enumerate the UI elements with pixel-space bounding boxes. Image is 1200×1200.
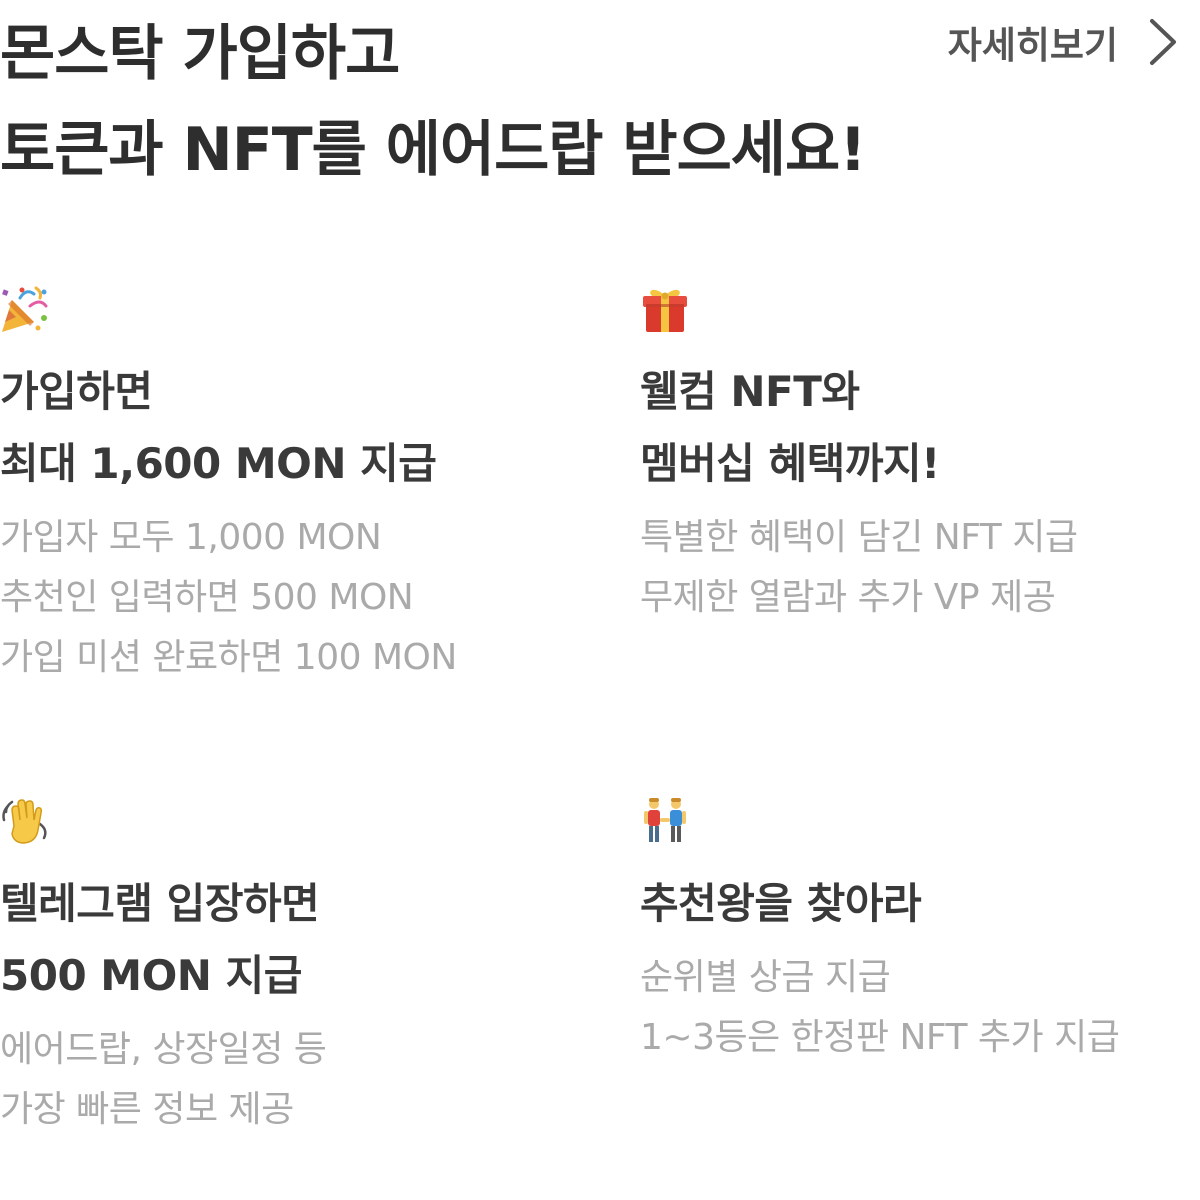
card-description-line: 에어드랍, 상장일정 등 xyxy=(0,1029,327,1070)
card-title-line: 가입하면 xyxy=(0,367,153,416)
gift-icon xyxy=(643,289,687,332)
card-description-line: 가장 빠른 정보 제공 xyxy=(0,1089,294,1130)
benefit-card-referral-king: 추천왕을 찾아라 순위별 상금 지급 1~3등은 한정판 NFT 추가 지급 xyxy=(640,796,1200,1068)
card-description-line: 1~3등은 한정판 NFT 추가 지급 xyxy=(640,1017,1120,1058)
view-details-link[interactable]: 자세히보기 xyxy=(948,12,1178,72)
card-title: 텔레그램 입장하면 500 MON 지급 xyxy=(0,868,560,1012)
party-popper-icon xyxy=(2,286,48,332)
card-title-line: 최대 1,600 MON 지급 xyxy=(0,439,437,488)
waving-hand-icon xyxy=(2,799,47,844)
chevron-right-icon xyxy=(1150,19,1176,65)
two-men-holding-hands-icon xyxy=(644,798,686,842)
card-description: 순위별 상금 지급 1~3등은 한정판 NFT 추가 지급 xyxy=(640,948,1200,1068)
card-title-line: 추천왕을 찾아라 xyxy=(640,879,922,928)
card-title-line: 멤버십 혜택까지! xyxy=(640,439,940,488)
card-title: 추천왕을 찾아라 xyxy=(640,868,1200,940)
page-title-line-2: 토큰과 NFT를 에어드랍 받으세요! xyxy=(0,115,867,185)
page-title-line-1: 몬스탁 가입하고 xyxy=(0,19,400,89)
benefit-card-welcome-nft: 웰컴 NFT와 멤버십 혜택까지! 특별한 혜택이 담긴 NFT 지급 무제한 … xyxy=(640,284,1200,628)
card-title-line: 500 MON 지급 xyxy=(0,951,302,1000)
card-title-line: 텔레그램 입장하면 xyxy=(0,879,320,928)
card-description: 가입자 모두 1,000 MON 추천인 입력하면 500 MON 가입 미션 … xyxy=(0,508,560,688)
benefit-card-telegram: 텔레그램 입장하면 500 MON 지급 에어드랍, 상장일정 등 가장 빠른 … xyxy=(0,796,560,1140)
card-title: 가입하면 최대 1,600 MON 지급 xyxy=(0,356,560,500)
card-title-line: 웰컴 NFT와 xyxy=(640,367,860,416)
card-description-line: 순위별 상금 지급 xyxy=(640,957,891,998)
card-description-line: 가입 미션 완료하면 100 MON xyxy=(0,637,457,678)
page-title: 몬스탁 가입하고 토큰과 NFT를 에어드랍 받으세요! xyxy=(0,6,920,198)
card-description-line: 가입자 모두 1,000 MON xyxy=(0,517,382,558)
card-title: 웰컴 NFT와 멤버십 혜택까지! xyxy=(640,356,1200,500)
card-description: 특별한 혜택이 담긴 NFT 지급 무제한 열람과 추가 VP 제공 xyxy=(640,508,1200,628)
card-description: 에어드랍, 상장일정 등 가장 빠른 정보 제공 xyxy=(0,1020,560,1140)
card-description-line: 특별한 혜택이 담긴 NFT 지급 xyxy=(640,517,1078,558)
view-details-label: 자세히보기 xyxy=(947,24,1118,67)
card-description-line: 추천인 입력하면 500 MON xyxy=(0,577,414,618)
card-description-line: 무제한 열람과 추가 VP 제공 xyxy=(640,577,1056,618)
benefit-card-signup-reward: 가입하면 최대 1,600 MON 지급 가입자 모두 1,000 MON 추천… xyxy=(0,284,560,688)
